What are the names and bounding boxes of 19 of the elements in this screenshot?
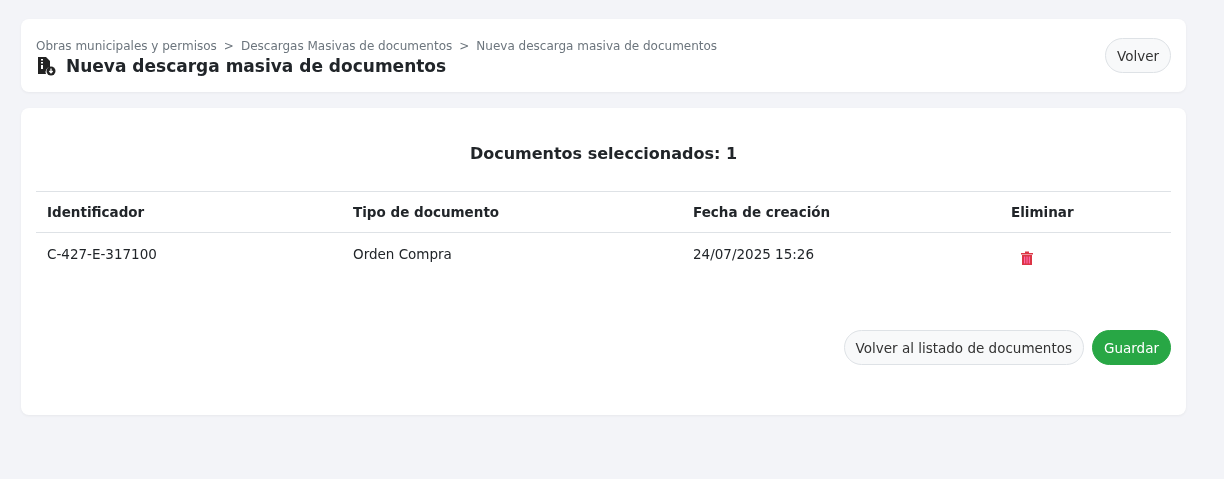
column-header: Identificador [36, 191, 342, 233]
selection-summary: Documentos seleccionados: 1 [468, 144, 739, 163]
breadcrumb-link[interactable]: Nueva descarga masiva de documentos [476, 38, 718, 53]
page-title: Nueva descarga masiva de documentos [66, 55, 447, 76]
document-download-icon [36, 55, 56, 76]
back-to-list-button[interactable]: Volver al listado de documentos [843, 330, 1084, 365]
back-button[interactable]: Volver [1104, 38, 1171, 73]
column-header: Eliminar [1000, 191, 1171, 233]
breadcrumb-separator: > [223, 38, 234, 53]
delete-icon[interactable] [1021, 251, 1033, 265]
table-cell: Orden Compra [353, 246, 452, 262]
breadcrumb-separator: > [459, 38, 470, 53]
table-cell: C-427-E-317100 [47, 246, 157, 262]
save-button[interactable]: Guardar [1092, 330, 1171, 365]
breadcrumb-link[interactable]: Obras municipales y permisos [36, 38, 217, 53]
table-cell: 24/07/2025 15:26 [693, 246, 814, 262]
breadcrumb-link[interactable]: Descargas Masivas de documentos [240, 38, 453, 53]
column-header: Tipo de documento [342, 191, 682, 233]
column-header: Fecha de creación [682, 191, 1000, 233]
